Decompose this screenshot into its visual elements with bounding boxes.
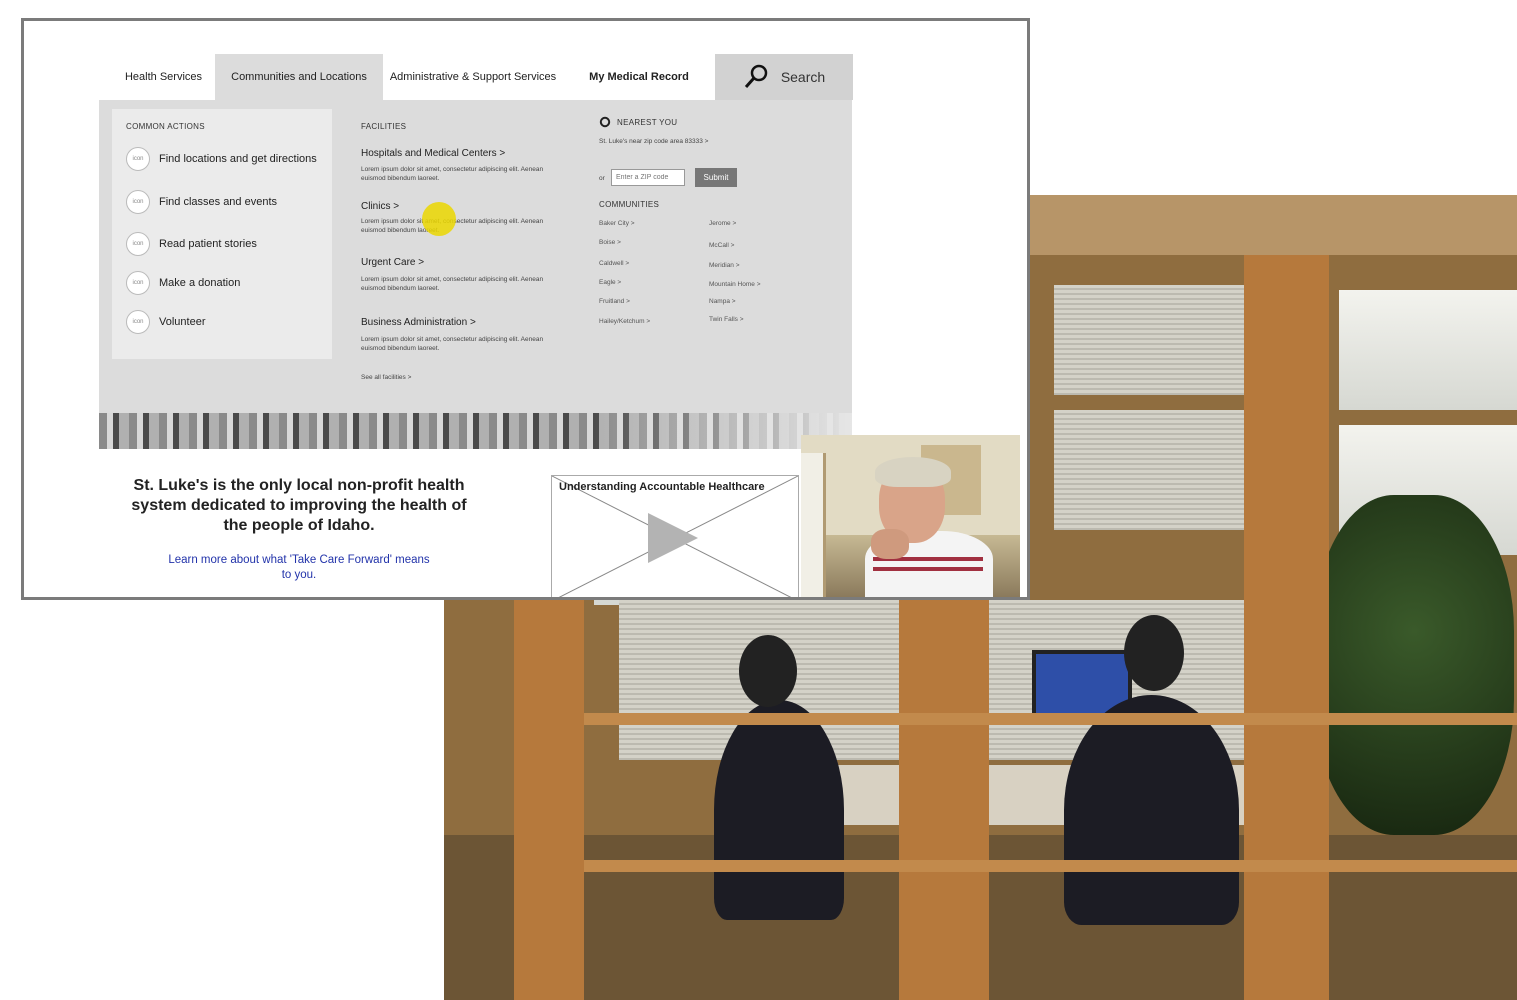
shirt-stripe [873, 567, 983, 571]
zip-code-input[interactable] [611, 169, 685, 186]
common-actions-panel: COMMON ACTIONS icon Find locations and ge… [112, 109, 332, 359]
person-right [1064, 695, 1239, 925]
plant [1314, 495, 1514, 835]
action-label: Volunteer [159, 316, 206, 328]
communities-heading: COMMUNITIES [599, 200, 660, 209]
facility-description: Lorem ipsum dolor sit amet, consectetur … [361, 218, 544, 234]
tab-label: Health Services [124, 71, 203, 83]
tab-label: Administrative & Support Services [389, 71, 557, 83]
nearest-zip-link[interactable]: St. Luke's near zip code area 83333 > [599, 138, 708, 145]
community-link-twin-falls[interactable]: Twin Falls > [709, 316, 744, 323]
community-link-boise[interactable]: Boise > [599, 239, 621, 246]
top-navigation: Health Services Communities and Location… [112, 54, 853, 100]
facility-description: Lorem ipsum dolor sit amet, consectetur … [361, 166, 544, 182]
community-link-caldwell[interactable]: Caldwell > [599, 260, 629, 267]
facility-description: Lorem ipsum dolor sit amet, consectetur … [361, 276, 544, 292]
facility-link-clinics[interactable]: Clinics > [361, 201, 399, 212]
or-label: or [599, 175, 605, 182]
action-label: Read patient stories [159, 238, 257, 250]
action-make-donation[interactable]: icon Make a donation [126, 271, 240, 295]
action-find-locations[interactable]: icon Find locations and get directions [126, 147, 317, 171]
placeholder-icon: icon [126, 310, 150, 334]
play-icon[interactable] [648, 513, 698, 563]
tab-administrative-support-services[interactable]: Administrative & Support Services [383, 54, 563, 100]
action-find-classes[interactable]: icon Find classes and events [126, 190, 277, 214]
participant-hair [875, 457, 951, 487]
facility-description: Lorem ipsum dolor sit amet, consectetur … [361, 336, 544, 352]
placeholder-icon: icon [126, 232, 150, 256]
cursor-highlight [422, 202, 456, 236]
person-left-head [739, 635, 797, 707]
action-label: Find classes and events [159, 196, 278, 208]
facility-link-business-administration[interactable]: Business Administration > [361, 317, 476, 328]
tab-health-services[interactable]: Health Services [112, 54, 215, 100]
action-read-stories[interactable]: icon Read patient stories [126, 232, 257, 256]
search-label: Search [780, 69, 826, 85]
door-frame [1244, 255, 1329, 1000]
community-link-baker-city[interactable]: Baker City > [599, 220, 635, 227]
mission-tagline: St. Luke's is the only local non-profit … [131, 477, 467, 534]
community-link-hailey-ketchum[interactable]: Hailey/Ketchum > [599, 318, 650, 325]
community-link-fruitland[interactable]: Fruitland > [599, 298, 630, 305]
community-link-meridian[interactable]: Meridian > [709, 262, 740, 269]
window-pane [1339, 290, 1517, 410]
action-label: Find locations and get directions [159, 153, 317, 165]
action-label: Make a donation [159, 277, 241, 289]
zip-submit-button[interactable]: Submit [695, 168, 737, 187]
door-mullion [584, 860, 1517, 872]
door-mullion [584, 713, 1517, 725]
tab-label: My Medical Record [589, 71, 689, 83]
hero-image-strip [99, 413, 852, 449]
location-pin-icon [599, 115, 611, 133]
nearest-you-heading: NEAREST YOU [617, 118, 678, 127]
action-volunteer[interactable]: icon Volunteer [126, 310, 205, 334]
facilities-heading: FACILITIES [361, 122, 407, 131]
website-screen-capture: Health Services Communities and Location… [21, 18, 1030, 600]
placeholder-icon: icon [126, 271, 150, 295]
webcam-door [801, 453, 826, 597]
search-icon [743, 62, 771, 93]
tab-communities-and-locations[interactable]: Communities and Locations [215, 54, 383, 100]
tab-my-medical-record[interactable]: My Medical Record [563, 54, 715, 100]
facility-link-urgent-care[interactable]: Urgent Care > [361, 257, 424, 268]
facility-link-hospitals[interactable]: Hospitals and Medical Centers > [361, 148, 505, 159]
common-actions-heading: COMMON ACTIONS [126, 122, 205, 131]
communities-mega-menu: COMMON ACTIONS icon Find locations and ge… [99, 100, 852, 413]
search-button[interactable]: Search [715, 54, 853, 100]
video-title: Understanding Accountable Healthcare [559, 481, 765, 493]
participant-hand [871, 529, 909, 559]
tab-label: Communities and Locations [231, 71, 367, 83]
placeholder-icon: icon [126, 190, 150, 214]
participant-webcam-overlay [801, 435, 1020, 597]
community-link-jerome[interactable]: Jerome > [709, 220, 736, 227]
community-link-mccall[interactable]: McCall > [709, 242, 734, 249]
person-left [714, 700, 844, 920]
window-blind [1054, 285, 1244, 395]
placeholder-icon: icon [126, 147, 150, 171]
community-link-nampa[interactable]: Nampa > [709, 298, 736, 305]
community-link-eagle[interactable]: Eagle > [599, 279, 621, 286]
video-placeholder[interactable]: Understanding Accountable Healthcare [551, 475, 799, 597]
person-right-head [1124, 615, 1184, 691]
window-blind [1054, 410, 1244, 530]
learn-more-link[interactable]: Learn more about what 'Take Care Forward… [164, 553, 434, 583]
community-link-mountain-home[interactable]: Mountain Home > [709, 281, 761, 288]
see-all-facilities-link[interactable]: See all facilities > [361, 374, 411, 381]
